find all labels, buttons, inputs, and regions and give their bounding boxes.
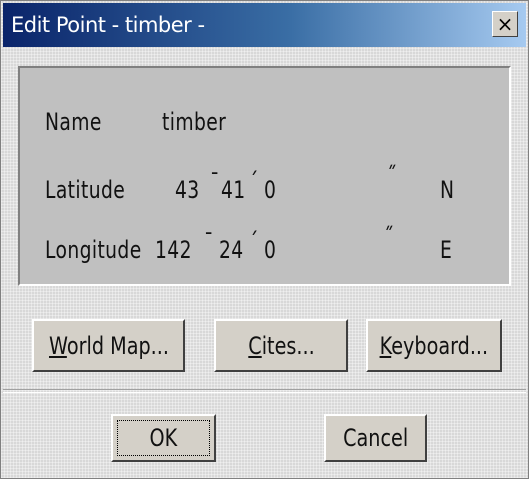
longitude-hemisphere: E xyxy=(440,236,453,264)
longitude-seconds: 0 xyxy=(264,236,277,264)
separator-line xyxy=(3,389,526,393)
world-map-label: World Map... xyxy=(48,331,169,360)
latitude-hemisphere: N xyxy=(440,176,455,204)
edit-point-dialog: Edit Point - timber - × Name timber Lati… xyxy=(0,0,529,479)
close-icon: × xyxy=(496,12,514,36)
world-map-button[interactable]: World Map... xyxy=(32,319,185,372)
longitude-degrees: 142 xyxy=(155,236,192,264)
cities-button[interactable]: Cites... xyxy=(214,319,348,372)
ok-label: OK xyxy=(149,424,178,452)
latitude-degrees: 43 xyxy=(175,176,200,204)
close-button[interactable]: × xyxy=(492,11,518,37)
window-title: Edit Point - timber - xyxy=(11,13,205,37)
point-info-panel: Name timber Latitude 43 ¯ 41 ´ 0 ˝ N Lon… xyxy=(18,66,511,286)
ok-button[interactable]: OK xyxy=(111,414,216,462)
latitude-second-mark: ˝ xyxy=(387,162,397,190)
longitude-minutes: 24 xyxy=(219,236,244,264)
cancel-button[interactable]: Cancel xyxy=(324,414,427,462)
cancel-label: Cancel xyxy=(342,424,409,452)
latitude-seconds: 0 xyxy=(264,176,277,204)
longitude-second-mark: ˝ xyxy=(384,223,394,251)
longitude-degree-mark: ¯ xyxy=(204,228,214,256)
latitude-minute-mark: ´ xyxy=(249,168,259,196)
longitude-minute-mark: ´ xyxy=(249,228,259,256)
latitude-label: Latitude xyxy=(45,176,126,204)
keyboard-button[interactable]: Keyboard... xyxy=(366,319,502,372)
latitude-minutes: 41 xyxy=(221,176,246,204)
latitude-degree-mark: ¯ xyxy=(210,168,220,196)
longitude-label: Longitude xyxy=(45,236,142,264)
keyboard-label: Keyboard... xyxy=(379,331,489,360)
name-label: Name xyxy=(45,108,102,136)
name-value: timber xyxy=(162,108,227,136)
title-bar[interactable]: Edit Point - timber - × xyxy=(3,3,526,47)
cities-label: Cites... xyxy=(247,331,315,360)
